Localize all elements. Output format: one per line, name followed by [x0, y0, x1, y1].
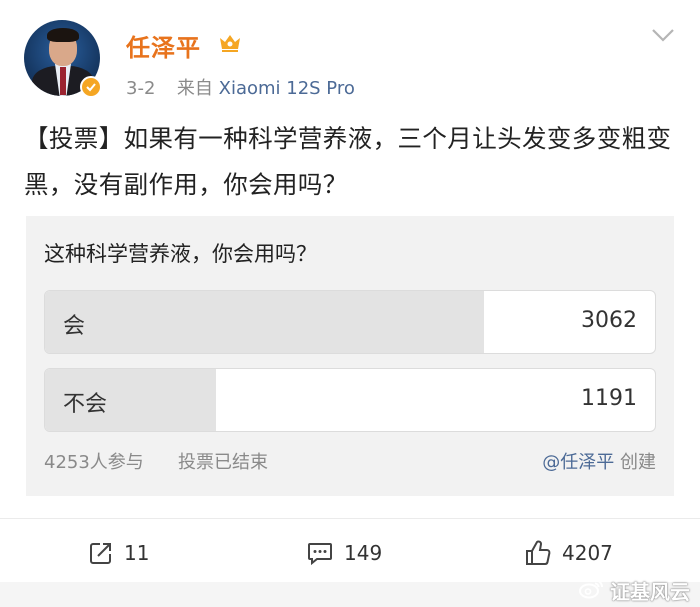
post-text: 【投票】如果有一种科学营养液，三个月让头发变多变粗变黑，没有副作用，你会用吗？ [24, 124, 672, 199]
avatar[interactable] [24, 20, 102, 98]
repost-icon [88, 540, 114, 566]
poll-question: 这种科学营养液，你会用吗？ [44, 242, 317, 266]
verified-icon [80, 76, 102, 98]
comment-icon [306, 540, 334, 566]
divider [0, 518, 700, 519]
poll-creator-mention[interactable]: @任泽平 [542, 452, 614, 473]
poll-option-label: 不会 [63, 392, 108, 417]
post-source: Xiaomi 12S Pro [218, 78, 355, 99]
poll-option-count: 1191 [581, 386, 637, 411]
like-icon [524, 539, 552, 567]
repost-button[interactable]: 11 [88, 538, 149, 568]
poll-card: 这种科学营养液，你会用吗？ 会 3062 不会 1191 4253人参与 投票已… [26, 216, 674, 496]
poll-option-bar [45, 291, 485, 353]
poll-option-count: 3062 [581, 308, 637, 333]
vip-icon[interactable] [218, 32, 242, 54]
post-date: 3-2 [126, 78, 156, 99]
poll-creator: @任泽平 创建 [542, 448, 656, 474]
like-count: 4207 [562, 541, 613, 565]
poll-participants: 4253人参与 [44, 452, 144, 473]
poll-creator-suffix: 创建 [620, 452, 656, 473]
watermark: 证基风云 [578, 576, 690, 605]
poll-status: 投票已结束 [178, 452, 268, 473]
author-name[interactable]: 任泽平 [126, 28, 201, 63]
comment-button[interactable]: 149 [306, 538, 382, 568]
post-meta: 3-2 来自 Xiaomi 12S Pro [126, 74, 355, 100]
poll-option-1[interactable]: 会 3062 [44, 290, 656, 354]
like-button[interactable]: 4207 [524, 538, 613, 568]
comment-count: 149 [344, 541, 383, 565]
poll-option-label: 会 [63, 314, 86, 339]
action-bar: 11 149 4207 [0, 528, 700, 582]
repost-count: 11 [124, 541, 150, 565]
weibo-logo-icon [578, 577, 604, 604]
watermark-text: 证基风云 [610, 580, 690, 604]
post-header: 任泽平 3-2 来自 Xiaomi 12S Pro [0, 0, 700, 110]
poll-option-2[interactable]: 不会 1191 [44, 368, 656, 432]
source-prefix: 来自 [176, 78, 213, 99]
chevron-down-icon[interactable] [650, 26, 676, 44]
